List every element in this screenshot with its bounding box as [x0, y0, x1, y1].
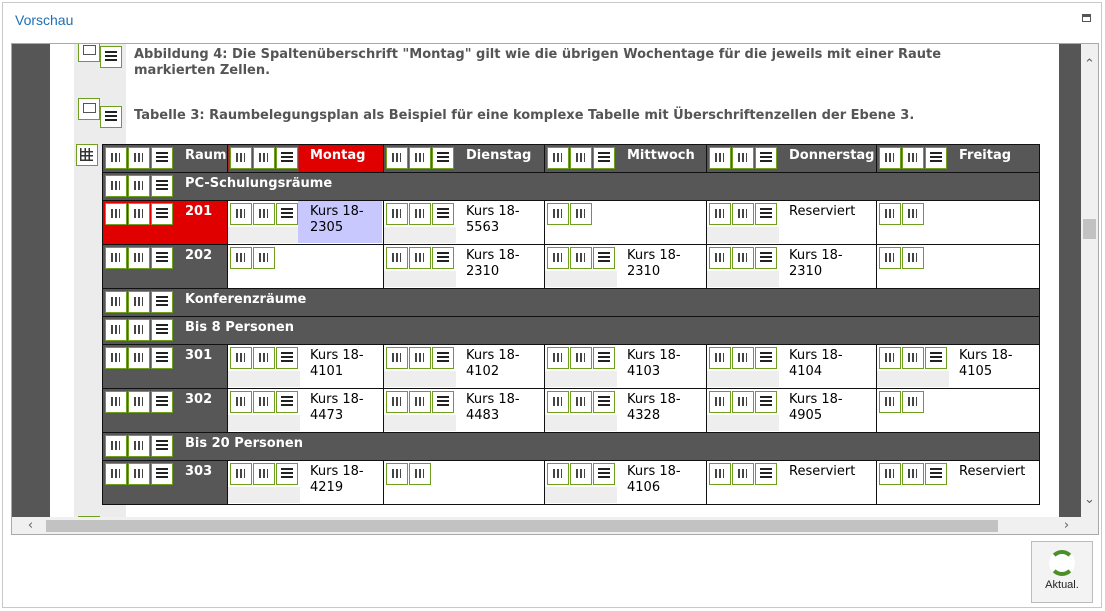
room-cell: 301: [102, 344, 228, 389]
table-cell: Kurs 18-2310: [383, 244, 545, 289]
image-tag-icon[interactable]: [78, 98, 100, 120]
group-header: Konferenzräume: [102, 288, 1040, 317]
horizontal-scroll-thumb[interactable]: [46, 520, 998, 532]
image-tag-icon[interactable]: [78, 44, 100, 62]
scroll-up-icon[interactable]: ⌃: [1081, 56, 1098, 73]
table-cell: Kurs 18-5563: [383, 200, 545, 245]
table-tag-icon[interactable]: [76, 144, 98, 166]
table-cell: [876, 244, 1040, 289]
table-cell: [227, 244, 384, 289]
scroll-right-icon[interactable]: ›: [1058, 517, 1075, 534]
refresh-label: Aktual.: [1045, 579, 1079, 591]
table-cell: Kurs 18-4106: [544, 460, 707, 505]
table-cell: Reserviert: [706, 460, 877, 505]
bottom-toolbar: Aktual.: [3, 537, 1103, 609]
preview-viewport[interactable]: Abbildung 4: Die Spaltenüberschrift "Mon…: [11, 43, 1099, 535]
table-cell: Kurs 18-2305: [227, 200, 384, 245]
group-row-bis8: Bis 8 Personen: [102, 316, 1040, 345]
table-row-201: 201 Kurs 18-2305 Kurs 18-5563 Reserviert: [102, 200, 1040, 245]
preview-window: Vorschau Abbildung 4: Die Spaltenübersch…: [2, 2, 1102, 608]
table-cell: Kurs 18-4219: [227, 460, 384, 505]
group-row-konf: Konferenzräume: [102, 288, 1040, 317]
table-cell: Kurs 18-4905: [706, 388, 877, 433]
figure-caption: Abbildung 4: Die Spaltenüberschrift "Mon…: [134, 47, 942, 78]
table-cell: [876, 200, 1040, 245]
table-cell: [876, 388, 1040, 433]
table-cell: Kurs 18-4473: [227, 388, 384, 433]
scroll-down-icon[interactable]: ⌄: [1081, 491, 1098, 508]
table-row-303: 303 Kurs 18-4219 Kurs 18-4106 Reserviert…: [102, 460, 1040, 505]
room-booking-table: Raum Montag Dienstag Mittwoch Donnerstag…: [102, 144, 1040, 505]
table-row-301: 301 Kurs 18-4101 Kurs 18-4102 Kurs 18-41…: [102, 344, 1040, 389]
header-raum: Raum: [102, 144, 228, 173]
header-mittwoch: Mittwoch: [544, 144, 707, 173]
table-cell: Kurs 18-4103: [544, 344, 707, 389]
table-cell: Kurs 18-4101: [227, 344, 384, 389]
refresh-icon: [1049, 550, 1075, 576]
maximize-icon[interactable]: [1082, 14, 1091, 22]
window-title: Vorschau: [15, 12, 74, 28]
table-cell: Kurs 18-4328: [544, 388, 707, 433]
paragraph-tag-icon[interactable]: [100, 106, 122, 128]
group-header: PC-Schulungsräume: [102, 172, 1040, 201]
table-cell: [383, 460, 545, 505]
group-header: Bis 8 Personen: [102, 316, 1040, 345]
room-cell: 202: [102, 244, 228, 289]
table-cell: Kurs 18-4483: [383, 388, 545, 433]
table-cell: Kurs 18-2310: [706, 244, 877, 289]
room-cell: 201: [102, 200, 228, 245]
refresh-button[interactable]: Aktual.: [1031, 541, 1093, 603]
header-dienstag: Dienstag: [383, 144, 545, 173]
table-cell: Reserviert: [706, 200, 877, 245]
table-cell: Kurs 18-4105: [876, 344, 1040, 389]
room-cell: 303: [102, 460, 228, 505]
header-row: Raum Montag Dienstag Mittwoch Donnerstag…: [102, 144, 1040, 173]
group-row-pc: PC-Schulungsräume: [102, 172, 1040, 201]
room-table-wrapper: Raum Montag Dienstag Mittwoch Donnerstag…: [102, 144, 1040, 505]
table-cell: [544, 200, 707, 245]
header-donnerstag: Donnerstag: [706, 144, 877, 173]
scroll-left-icon[interactable]: ‹: [22, 517, 39, 534]
table-cell: Kurs 18-2310: [544, 244, 707, 289]
paragraph-tag-icon[interactable]: [100, 46, 122, 68]
header-montag: Montag: [227, 144, 384, 173]
vertical-scrollbar[interactable]: ⌃ ⌄: [1081, 44, 1098, 520]
vertical-scroll-thumb[interactable]: [1083, 219, 1096, 239]
header-freitag: Freitag: [876, 144, 1040, 173]
group-header: Bis 20 Personen: [102, 432, 1040, 461]
scrollbar-corner: [1081, 517, 1098, 534]
horizontal-scrollbar[interactable]: ‹ ›: [12, 517, 1083, 534]
table-row-202: 202 Kurs 18-2310 Kurs 18-2310 Kurs 18-23…: [102, 244, 1040, 289]
document-canvas: Abbildung 4: Die Spaltenüberschrift "Mon…: [12, 44, 1083, 534]
table-cell: Kurs 18-4102: [383, 344, 545, 389]
table-row-302: 302 Kurs 18-4473 Kurs 18-4483 Kurs 18-43…: [102, 388, 1040, 433]
group-row-bis20: Bis 20 Personen: [102, 432, 1040, 461]
table-cell: Reserviert: [876, 460, 1040, 505]
room-cell: 302: [102, 388, 228, 433]
table-cell: Kurs 18-4104: [706, 344, 877, 389]
table-caption: Tabelle 3: Raumbelegungsplan als Beispie…: [134, 108, 915, 123]
